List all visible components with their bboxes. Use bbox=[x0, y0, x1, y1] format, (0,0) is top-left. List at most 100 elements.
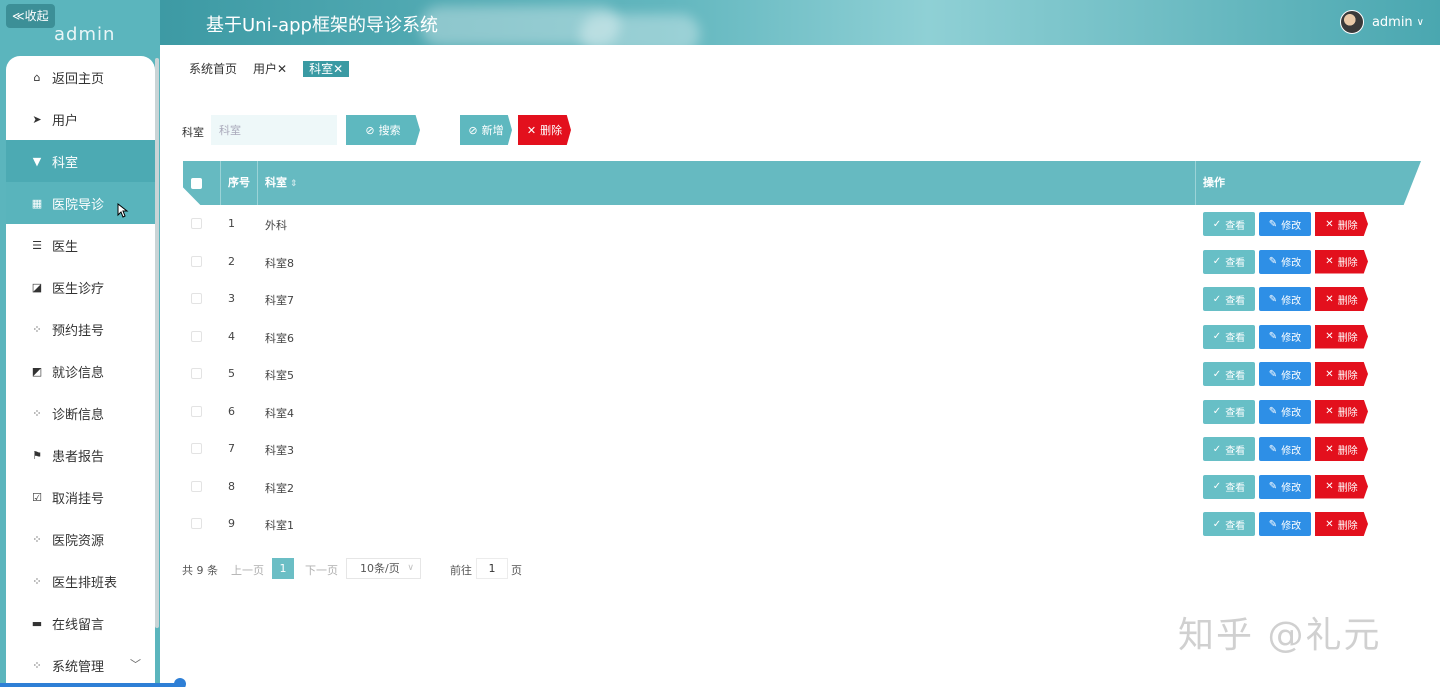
view-button[interactable]: ✓ 查看 bbox=[1203, 287, 1255, 311]
search-button[interactable]: ⊘ 搜索 bbox=[346, 115, 420, 145]
delete-button-label: 删除 bbox=[1337, 445, 1358, 457]
delete-button[interactable]: ✕ 删除 bbox=[1315, 399, 1368, 424]
edit-button[interactable]: ✎ 修改 bbox=[1259, 324, 1311, 349]
tab-department[interactable]: 科室✕ bbox=[303, 61, 350, 77]
sidebar-item-doctor-treatment[interactable]: ◪ 医生诊疗 bbox=[6, 266, 155, 308]
row-checkbox[interactable] bbox=[191, 480, 202, 492]
edit-icon: ✎ bbox=[1268, 443, 1278, 455]
horizontal-scrollbar[interactable] bbox=[0, 683, 184, 687]
page-unit-label: 页 bbox=[511, 564, 522, 577]
row-checkbox[interactable] bbox=[191, 330, 202, 342]
delete-button[interactable]: ✕ 删除 bbox=[1315, 287, 1368, 311]
scroll-knob[interactable] bbox=[174, 678, 186, 687]
row-checkbox[interactable] bbox=[191, 405, 202, 417]
column-header-name[interactable]: 科室 ⇕ bbox=[258, 161, 1196, 205]
table-row: 2 科室8 ✓ 查看 ✎ 修改 ✕ 删除 bbox=[183, 243, 1421, 281]
tab-users[interactable]: 用户✕ bbox=[253, 61, 287, 77]
row-department-name: 科室6 bbox=[265, 331, 294, 345]
edit-button[interactable]: ✎ 修改 bbox=[1259, 437, 1311, 461]
sidebar-item-hospital-guide[interactable]: ▦ 医院导诊 bbox=[6, 182, 155, 224]
prev-page-button[interactable]: 上一页 bbox=[231, 562, 264, 578]
delete-button-label: 删除 bbox=[540, 125, 563, 137]
row-checkbox[interactable] bbox=[191, 293, 202, 304]
delete-button[interactable]: ✕ 删除 bbox=[1315, 212, 1368, 236]
table-row: 6 科室4 ✓ 查看 ✎ 修改 ✕ 删除 bbox=[183, 393, 1421, 431]
view-button[interactable]: ✓ 查看 bbox=[1203, 212, 1255, 236]
edit-button[interactable]: ✎ 修改 bbox=[1259, 212, 1311, 236]
pagination: 共 9 条 上一页 1 下一页 10条/页 ∨ 前往 页 bbox=[182, 558, 782, 580]
edit-button[interactable]: ✎ 修改 bbox=[1259, 512, 1311, 536]
next-page-button[interactable]: 下一页 bbox=[305, 562, 338, 578]
delete-button[interactable]: ✕ 删除 bbox=[1315, 437, 1368, 461]
delete-button[interactable]: ✕ 删除 bbox=[1315, 249, 1368, 274]
page-number-button[interactable]: 1 bbox=[272, 558, 294, 579]
view-button[interactable]: ✓ 查看 bbox=[1203, 437, 1255, 461]
view-button[interactable]: ✓ 查看 bbox=[1203, 399, 1255, 424]
batch-delete-button[interactable]: ✕ 删除 bbox=[518, 115, 571, 145]
row-department-name: 科室5 bbox=[265, 369, 294, 382]
check-icon: ✓ bbox=[1212, 481, 1222, 492]
row-checkbox[interactable] bbox=[191, 518, 202, 529]
view-button[interactable]: ✓ 查看 bbox=[1203, 249, 1255, 274]
sidebar-item-hospital-resources[interactable]: ⁘ 医院资源 bbox=[6, 518, 155, 560]
sidebar-item-department[interactable]: ▼ 科室 bbox=[6, 140, 155, 182]
top-header: 基于Uni-app框架的导诊系统 admin ∨ bbox=[160, 0, 1440, 45]
sidebar-item-patient-report[interactable]: ⚑ 患者报告 bbox=[6, 434, 155, 476]
view-button-label: 查看 bbox=[1225, 295, 1246, 307]
view-button[interactable]: ✓ 查看 bbox=[1203, 474, 1255, 499]
collapse-button[interactable]: ≪收起 bbox=[6, 4, 55, 28]
delete-button[interactable]: ✕ 删除 bbox=[1315, 362, 1368, 386]
close-icon: ✕ bbox=[1325, 293, 1334, 305]
sidebar-item-system-management[interactable]: ⁘ 系统管理 ﹀ bbox=[6, 644, 155, 686]
sidebar-item-doctor[interactable]: ☰ 医生 bbox=[6, 224, 155, 266]
page-size-select[interactable]: 10条/页 ∨ bbox=[346, 558, 421, 579]
check-icon: ✓ bbox=[1212, 406, 1222, 417]
delete-button[interactable]: ✕ 删除 bbox=[1315, 512, 1368, 536]
view-button-label: 查看 bbox=[1225, 258, 1246, 269]
row-index: 4 bbox=[228, 329, 235, 343]
edit-button[interactable]: ✎ 修改 bbox=[1259, 399, 1311, 424]
add-icon: ⊘ bbox=[468, 124, 478, 137]
table-row: 5 科室5 ✓ 查看 ✎ 修改 ✕ 删除 bbox=[183, 355, 1421, 393]
row-checkbox[interactable] bbox=[191, 368, 202, 379]
search-input[interactable] bbox=[211, 115, 337, 145]
sidebar-item-label: 诊断信息 bbox=[52, 407, 105, 423]
delete-button[interactable]: ✕ 删除 bbox=[1315, 474, 1368, 499]
row-checkbox[interactable] bbox=[191, 218, 202, 229]
user-menu[interactable]: admin ∨ bbox=[1339, 10, 1424, 34]
view-button[interactable]: ✓ 查看 bbox=[1203, 512, 1255, 536]
view-button[interactable]: ✓ 查看 bbox=[1203, 324, 1255, 349]
tab-home[interactable]: 系统首页 bbox=[189, 61, 237, 77]
row-department-name: 外科 bbox=[265, 219, 287, 232]
column-header-ops: 操作 bbox=[1203, 176, 1225, 189]
sidebar-item-appointment[interactable]: ⁘ 预约挂号 bbox=[6, 308, 155, 350]
edit-button[interactable]: ✎ 修改 bbox=[1259, 249, 1311, 274]
edit-button[interactable]: ✎ 修改 bbox=[1259, 287, 1311, 311]
goto-page-input[interactable] bbox=[476, 558, 508, 579]
row-checkbox[interactable] bbox=[191, 443, 202, 454]
sidebar-item-users[interactable]: ➤ 用户 bbox=[6, 98, 155, 140]
close-icon: ✕ bbox=[1325, 481, 1334, 492]
view-button[interactable]: ✓ 查看 bbox=[1203, 362, 1255, 386]
mouse-cursor-icon bbox=[117, 203, 129, 218]
select-all-checkbox[interactable] bbox=[191, 178, 202, 189]
edit-button[interactable]: ✎ 修改 bbox=[1259, 362, 1311, 386]
close-icon: ✕ bbox=[1325, 443, 1334, 455]
add-button[interactable]: ⊘ 新增 bbox=[460, 115, 512, 145]
row-index: 8 bbox=[228, 479, 235, 493]
sidebar-item-visit-info[interactable]: ◩ 就诊信息 bbox=[6, 350, 155, 392]
sidebar-scrollbar[interactable] bbox=[155, 58, 159, 628]
edit-button[interactable]: ✎ 修改 bbox=[1259, 474, 1311, 499]
sidebar-item-diagnosis-info[interactable]: ⁘ 诊断信息 bbox=[6, 392, 155, 434]
delete-button-label: 删除 bbox=[1337, 483, 1358, 494]
sidebar-item-doctor-schedule[interactable]: ⁘ 医生排班表 bbox=[6, 560, 155, 602]
sidebar-item-cancel-appointment[interactable]: ☑ 取消挂号 bbox=[6, 476, 155, 518]
sort-icon[interactable]: ⇕ bbox=[290, 179, 298, 189]
clipboard-icon: ☑ bbox=[32, 490, 42, 504]
delete-button[interactable]: ✕ 删除 bbox=[1315, 324, 1368, 349]
row-checkbox[interactable] bbox=[191, 255, 202, 267]
sidebar: admin ≪收起 ⌂ 返回主页 ➤ 用户 ▼ 科室 ▦ 医院导诊 ☰ 医生 ◪… bbox=[0, 0, 160, 687]
sidebar-item-online-message[interactable]: ▬ 在线留言 bbox=[6, 602, 155, 644]
sidebar-item-home[interactable]: ⌂ 返回主页 bbox=[6, 56, 155, 98]
comment-icon: ▬ bbox=[31, 616, 43, 630]
